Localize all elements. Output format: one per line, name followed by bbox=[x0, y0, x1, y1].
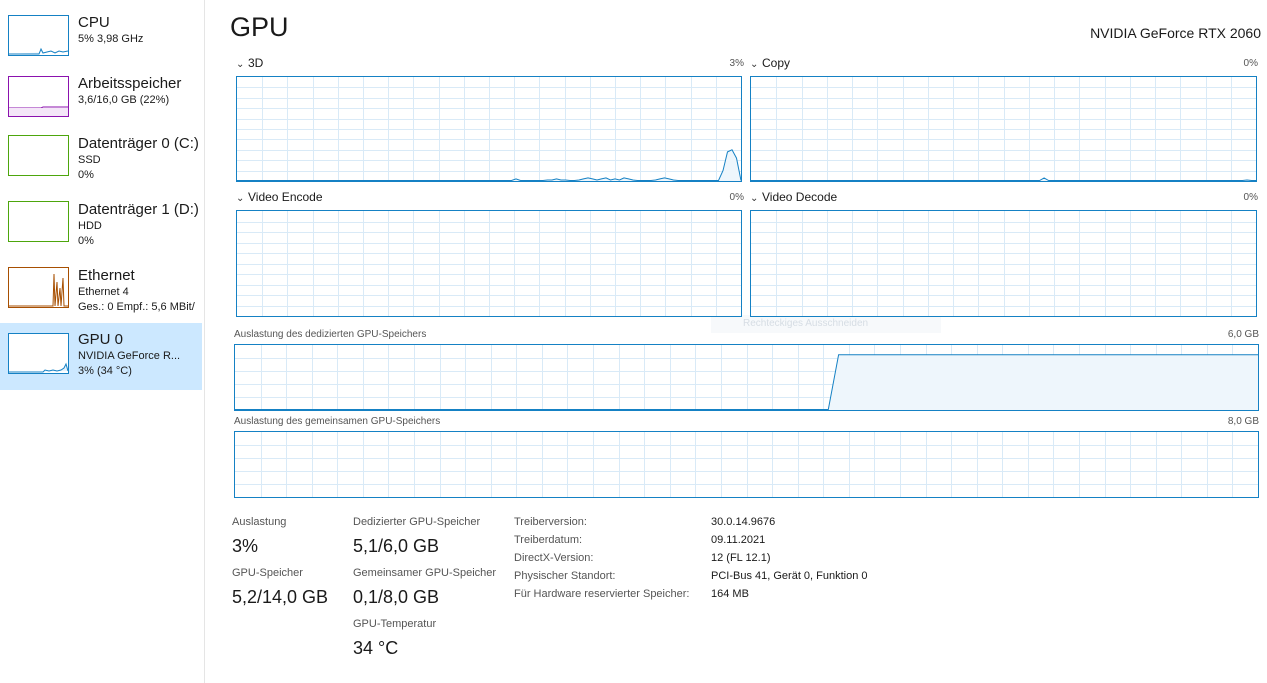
engine-graph-video-encode bbox=[236, 210, 742, 317]
sidebar-item-detail: 3,6/16,0 GB (22%) bbox=[78, 94, 170, 106]
sidebar-item-detail: 3% (34 °C) bbox=[78, 365, 132, 377]
chevron-down-icon: ⌄ bbox=[750, 59, 759, 70]
engine-graph-copy bbox=[750, 76, 1257, 182]
device-name: NVIDIA GeForce RTX 2060 bbox=[1090, 25, 1261, 41]
sidebar-item-detail: SSD bbox=[78, 154, 101, 166]
disk-thumbnail-graph bbox=[8, 135, 69, 176]
shared-memory-label: Gemeinsamer GPU-Speicher bbox=[353, 567, 497, 579]
disk-thumbnail-graph bbox=[8, 201, 69, 242]
sidebar-item-title: CPU bbox=[78, 14, 110, 31]
engine-graph-video-decode bbox=[750, 210, 1257, 317]
reserved-memory-value: 164 MB bbox=[711, 588, 749, 600]
sidebar-item-disk-0[interactable]: Datenträger 0 (C:) SSD 0% bbox=[0, 130, 202, 194]
sidebar-item-title: Arbeitsspeicher bbox=[78, 75, 182, 92]
driver-version-key: Treiberversion: bbox=[514, 516, 587, 528]
sidebar-item-title: Datenträger 0 (C:) bbox=[78, 135, 199, 152]
resource-sidebar: CPU 5% 3,98 GHz Arbeitsspeicher 3,6/16,0… bbox=[0, 0, 205, 683]
engine-selector-3d[interactable]: ⌄ 3D bbox=[236, 56, 263, 70]
engine-percent: 0% bbox=[729, 192, 744, 203]
cpu-thumbnail-graph bbox=[8, 15, 69, 56]
memory-thumbnail-graph bbox=[8, 76, 69, 117]
engine-label: 3D bbox=[248, 56, 264, 70]
shared-memory-graph bbox=[234, 431, 1259, 498]
chevron-down-icon: ⌄ bbox=[236, 59, 245, 70]
ethernet-thumbnail-graph bbox=[8, 267, 69, 308]
reserved-memory-key: Für Hardware reservierter Speicher: bbox=[514, 588, 690, 600]
engine-label: Copy bbox=[762, 56, 791, 70]
driver-version-value: 30.0.14.9676 bbox=[711, 516, 776, 528]
gpu-memory-value: 5,2/14,0 GB bbox=[232, 587, 329, 607]
directx-version-key: DirectX-Version: bbox=[514, 552, 594, 564]
sidebar-item-title: Datenträger 1 (D:) bbox=[78, 201, 199, 218]
engine-percent: 0% bbox=[1243, 192, 1258, 203]
sidebar-item-detail: Ethernet 4 bbox=[78, 286, 129, 298]
sidebar-item-detail: 0% bbox=[78, 169, 94, 181]
sidebar-item-cpu[interactable]: CPU 5% 3,98 GHz bbox=[0, 8, 202, 72]
shared-memory-max: 8,0 GB bbox=[1227, 416, 1259, 427]
utilization-value: 3% bbox=[232, 536, 259, 556]
engine-selector-copy[interactable]: ⌄ Copy bbox=[750, 56, 790, 70]
gpu-memory-label: GPU-Speicher bbox=[232, 567, 303, 579]
sidebar-item-detail: Ges.: 0 Empf.: 5,6 MBit/ bbox=[78, 301, 195, 313]
sidebar-item-detail: 5% 3,98 GHz bbox=[78, 33, 144, 45]
shared-memory-graph-label: Auslastung des gemeinsamen GPU-Speichers bbox=[234, 416, 441, 427]
utilization-label: Auslastung bbox=[232, 516, 287, 528]
gpu-thumbnail-graph bbox=[8, 333, 69, 374]
sidebar-item-detail: HDD bbox=[78, 220, 102, 232]
physical-location-value: PCI-Bus 41, Gerät 0, Funktion 0 bbox=[711, 570, 868, 582]
engine-percent: 0% bbox=[1243, 58, 1258, 69]
driver-date-key: Treiberdatum: bbox=[514, 534, 583, 546]
engine-label: Video Encode bbox=[248, 190, 323, 204]
engine-selector-video-decode[interactable]: ⌄ Video Decode bbox=[750, 190, 837, 204]
sidebar-item-disk-1[interactable]: Datenträger 1 (D:) HDD 0% bbox=[0, 196, 202, 260]
gpu-detail-panel: GPU NVIDIA GeForce RTX 2060 Rechteckiges… bbox=[206, 0, 1267, 683]
driver-date-value: 09.11.2021 bbox=[711, 534, 766, 546]
chevron-down-icon: ⌄ bbox=[750, 193, 759, 204]
temperature-label: GPU-Temperatur bbox=[353, 618, 437, 630]
sidebar-item-title: Ethernet bbox=[78, 267, 135, 284]
sidebar-item-gpu-0[interactable]: GPU 0 NVIDIA GeForce R... 3% (34 °C) bbox=[0, 323, 202, 390]
engine-selector-video-encode[interactable]: ⌄ Video Encode bbox=[236, 190, 323, 204]
sidebar-item-memory[interactable]: Arbeitsspeicher 3,6/16,0 GB (22%) bbox=[0, 69, 202, 133]
ghost-tooltip: Rechteckiges Ausschneiden bbox=[711, 315, 941, 333]
dedicated-memory-value: 5,1/6,0 GB bbox=[353, 536, 440, 556]
sidebar-item-title: GPU 0 bbox=[78, 331, 124, 348]
chevron-down-icon: ⌄ bbox=[236, 193, 245, 204]
dedicated-memory-max: 6,0 GB bbox=[1227, 329, 1259, 340]
dedicated-memory-graph-label: Auslastung des dedizierten GPU-Speichers bbox=[234, 329, 427, 340]
engine-graph-3d bbox=[236, 76, 742, 182]
temperature-value: 34 °C bbox=[353, 638, 399, 658]
engine-percent: 3% bbox=[729, 58, 744, 69]
physical-location-key: Physischer Standort: bbox=[514, 570, 616, 582]
sidebar-item-detail: NVIDIA GeForce R... bbox=[78, 350, 181, 362]
shared-memory-value: 0,1/8,0 GB bbox=[353, 587, 440, 607]
dedicated-memory-label: Dedizierter GPU-Speicher bbox=[353, 516, 481, 528]
sidebar-item-ethernet[interactable]: Ethernet Ethernet 4 Ges.: 0 Empf.: 5,6 M… bbox=[0, 262, 202, 326]
dedicated-memory-graph bbox=[234, 344, 1259, 411]
directx-version-value: 12 (FL 12.1) bbox=[711, 552, 771, 564]
sidebar-item-detail: 0% bbox=[78, 235, 94, 247]
engine-label: Video Decode bbox=[762, 190, 838, 204]
page-title: GPU bbox=[230, 12, 289, 42]
